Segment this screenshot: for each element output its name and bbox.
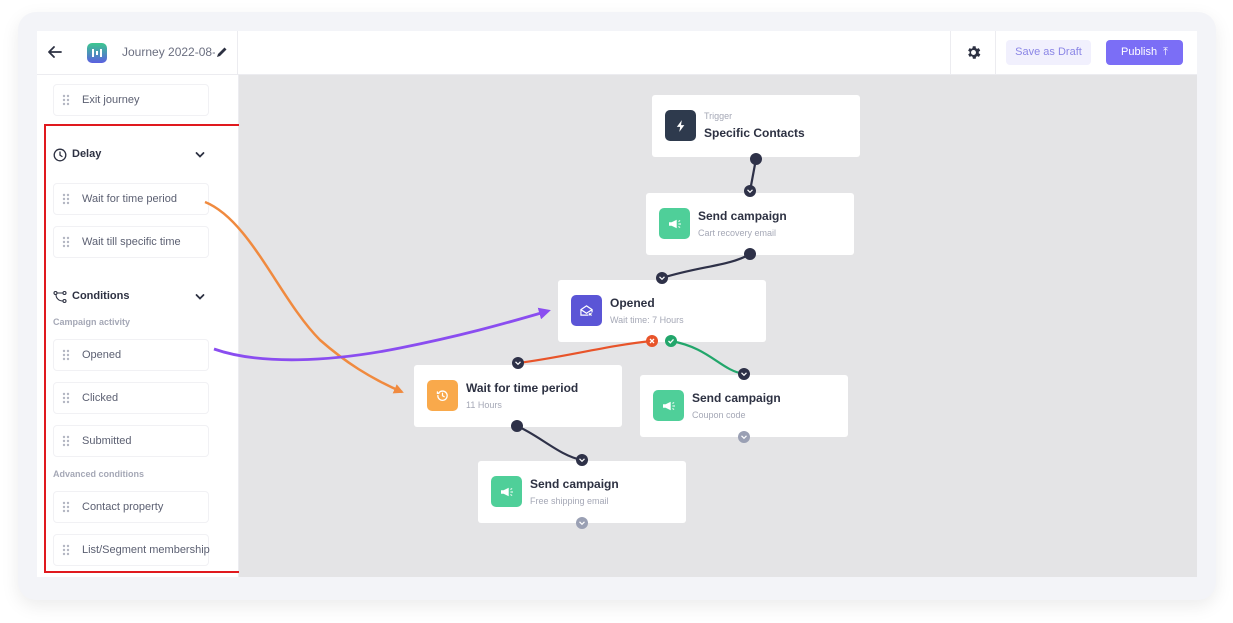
input-port[interactable] [738,368,750,380]
chevron-down-icon[interactable] [194,149,206,161]
sidebar-item-label: Contact property [82,501,164,513]
node-send-campaign-free-shipping[interactable]: Send campaign Free shipping email [478,461,686,523]
journey-canvas[interactable]: Trigger Specific Contacts Send campaign … [239,75,1197,577]
node-subtitle: Free shipping email [530,496,609,506]
node-subtitle: 11 Hours [466,400,502,410]
node-title: Send campaign [530,477,619,491]
app-logo-icon [87,43,107,63]
node-subtitle: Cart recovery email [698,228,777,238]
lightning-icon [665,110,696,141]
input-port[interactable] [512,357,524,369]
output-port[interactable] [511,420,523,432]
branch-icon [53,290,67,304]
sidebar-item-clicked[interactable]: Clicked [53,382,209,414]
header-divider [995,31,996,74]
envelope-open-icon [571,295,602,326]
drag-handle-icon [62,236,70,248]
sidebar-item-list-segment-membership[interactable]: List/Segment membership [53,534,210,566]
output-port[interactable] [750,153,762,165]
journey-title[interactable]: Journey 2022-08-3 [122,45,215,59]
chevron-down-icon[interactable] [194,291,206,303]
upload-icon: ⤒ [1163,46,1168,58]
megaphone-icon [659,208,690,239]
publish-button[interactable]: Publish ⤒ [1106,40,1183,65]
timer-icon [427,380,458,411]
drag-handle-icon [62,544,70,556]
campaign-activity-label: Campaign activity [53,317,131,327]
clock-icon [53,148,67,162]
drag-handle-icon [62,349,70,361]
node-subtitle: Coupon code [692,410,746,420]
section-delay-header[interactable]: Delay [53,145,213,165]
node-send-campaign-coupon[interactable]: Send campaign Coupon code [640,375,848,437]
sidebar-item-opened[interactable]: Opened [53,339,209,371]
header-divider [237,31,238,74]
yes-branch-port[interactable] [665,335,677,347]
node-title: Wait for time period [466,381,579,395]
sidebar-item-label: Exit journey [82,94,140,106]
pencil-icon[interactable] [215,45,229,59]
sidebar-item-submitted[interactable]: Submitted [53,425,209,457]
header-divider [950,31,951,74]
sidebar-item-label: Wait for time period [82,193,177,205]
sidebar-item-label: List/Segment membership [82,544,210,556]
journey-builder-app: Journey 2022-08-3 Save as Draft Publish ⤒… [37,31,1197,577]
node-title: Send campaign [692,391,781,405]
node-title: Send campaign [698,209,787,223]
node-subtitle: Wait time: 7 Hours [610,315,684,325]
publish-label: Publish [1121,46,1158,58]
sidebar-item-label: Opened [82,349,122,361]
drag-handle-icon [62,501,70,513]
drag-handle-icon [62,94,70,106]
drag-handle-icon [62,193,70,205]
output-port[interactable] [744,248,756,260]
section-delay-title: Delay [72,148,102,160]
node-title: Specific Contacts [704,126,805,140]
section-conditions-title: Conditions [72,290,130,302]
sidebar-item-contact-property[interactable]: Contact property [53,491,209,523]
sidebar-item-wait-for-time-period[interactable]: Wait for time period [53,183,209,215]
sidebar-item-label: Clicked [82,392,119,404]
sidebar-item-label: Submitted [82,435,132,447]
top-bar: Journey 2022-08-3 Save as Draft Publish ⤒ [37,31,1197,75]
gear-icon[interactable] [965,44,982,61]
drag-handle-icon [62,435,70,447]
arrow-left-icon[interactable] [45,42,65,62]
node-title: Opened [610,296,655,310]
sidebar-item-wait-till-specific-time[interactable]: Wait till specific time [53,226,209,258]
add-step-port[interactable] [738,431,750,443]
drag-handle-icon [62,392,70,404]
node-opened-condition[interactable]: Opened Wait time: 7 Hours [558,280,766,342]
add-step-port[interactable] [576,517,588,529]
megaphone-icon [491,476,522,507]
node-send-campaign-cart[interactable]: Send campaign Cart recovery email [646,193,854,255]
sidebar-item-exit-journey[interactable]: Exit journey [53,84,209,116]
input-port[interactable] [744,185,756,197]
save-as-draft-button[interactable]: Save as Draft [1006,40,1091,65]
node-wait-for-time-period[interactable]: Wait for time period 11 Hours [414,365,622,427]
advanced-conditions-label: Advanced conditions [53,469,145,479]
sidebar-item-label: Wait till specific time [82,236,181,248]
node-kicker: Trigger [704,111,733,121]
input-port[interactable] [656,272,668,284]
megaphone-icon [653,390,684,421]
steps-sidebar: Exit journey Delay Wait for time period … [37,75,252,577]
node-trigger[interactable]: Trigger Specific Contacts [652,95,860,157]
section-conditions-header[interactable]: Conditions [53,287,213,307]
input-port[interactable] [576,454,588,466]
